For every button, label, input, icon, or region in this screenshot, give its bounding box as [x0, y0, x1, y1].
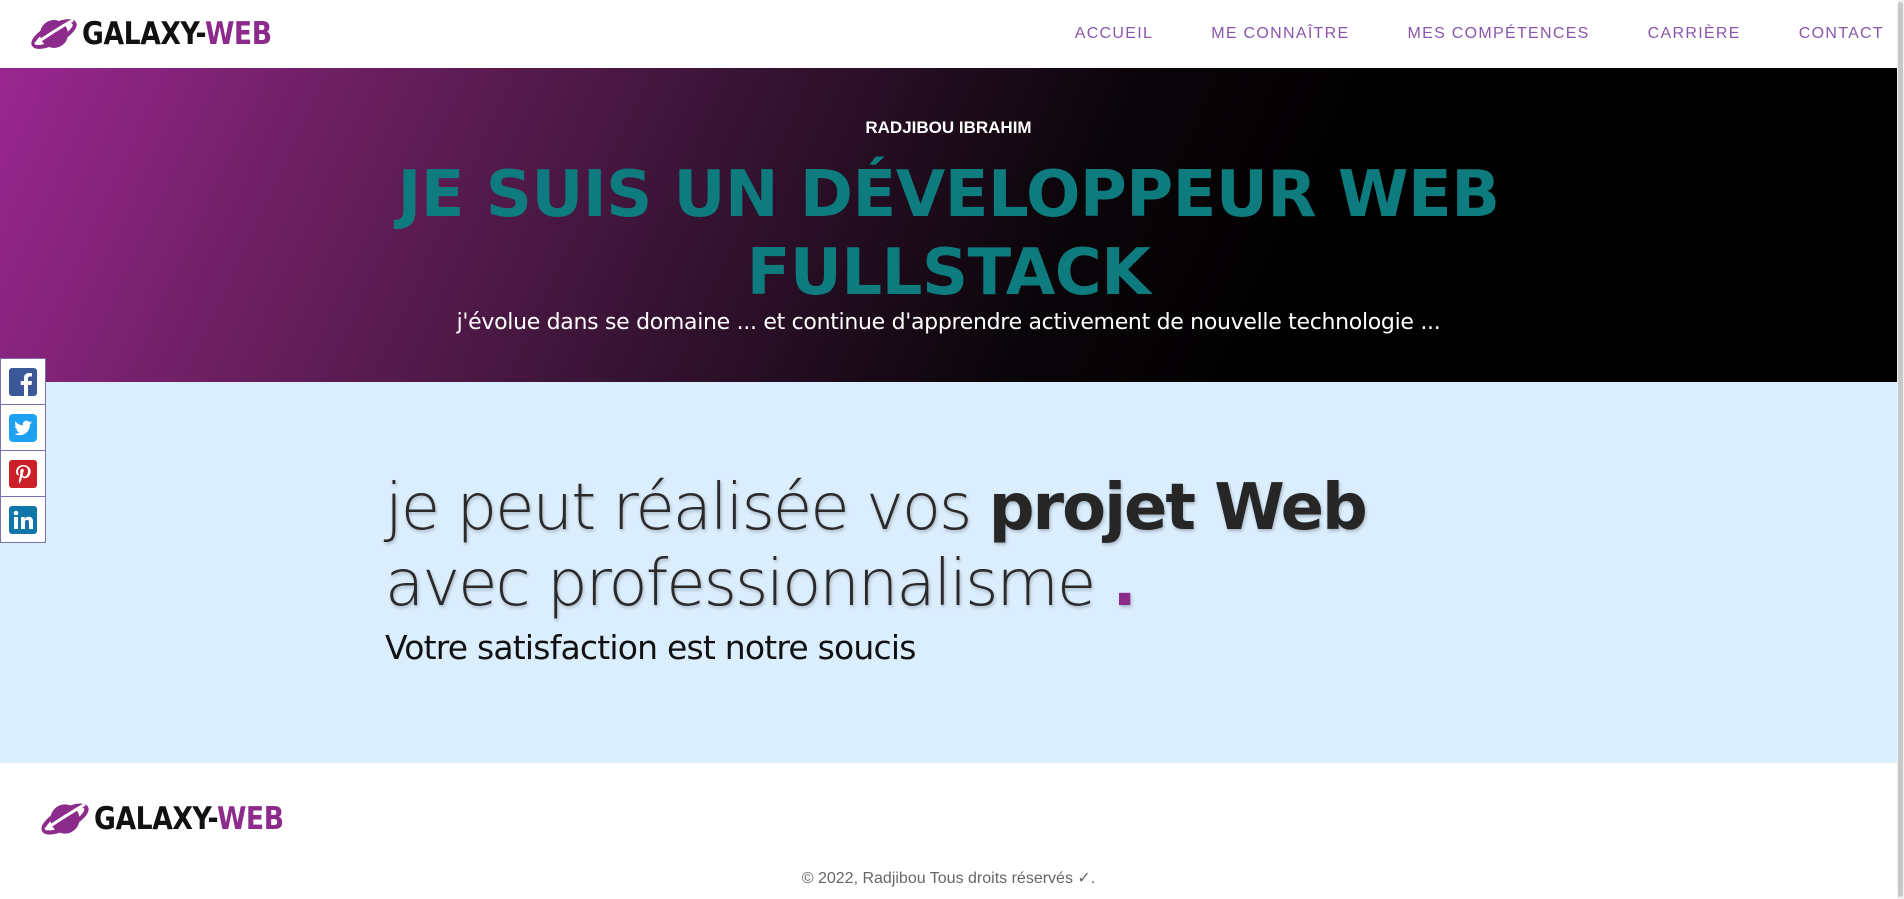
headline-dot: . — [1112, 547, 1137, 621]
hero-name: RADJIBOU IBRAHIM — [865, 118, 1032, 137]
hero-section: RADJIBOU IBRAHIM JE SUIS UN DÉVELOPPEUR … — [0, 68, 1897, 382]
intro-section: je peut réalisée vos projet Web avec pro… — [0, 382, 1897, 763]
nav-link-carriere[interactable]: CARRIÈRE — [1648, 25, 1741, 43]
brand-name-part1: GALAXY- — [82, 15, 205, 52]
copyright-text: © 2022, Radjibou Tous droits réservés ✓. — [801, 870, 1096, 887]
headline-bold: projet Web — [988, 471, 1368, 545]
footer-brand-name: GALAXY-WEB — [94, 800, 284, 837]
top-navbar: GALAXY-WEB ACCUEIL ME CONNAÎTRE MES COMP… — [0, 0, 1904, 68]
footer-brand-name-part2: WEB — [216, 800, 284, 837]
hero-title: JE SUIS UN DÉVELOPPEUR WEB FULLSTACK — [397, 158, 1500, 310]
intro-tagline: Votre satisfaction est notre soucis — [385, 628, 916, 667]
footer-brand-logo[interactable]: GALAXY-WEB — [40, 785, 314, 853]
pinterest-share-button[interactable] — [0, 450, 46, 497]
brand-name: GALAXY-WEB — [82, 15, 272, 52]
nav-link-accueil[interactable]: ACCUEIL — [1075, 25, 1153, 43]
facebook-share-button[interactable] — [0, 358, 46, 405]
linkedin-icon — [9, 505, 37, 534]
brand-name-part2: WEB — [204, 15, 272, 52]
footer-brand-name-part1: GALAXY- — [94, 800, 217, 837]
linkedin-share-button[interactable] — [0, 496, 46, 543]
facebook-icon — [9, 367, 37, 396]
brand-logo[interactable]: GALAXY-WEB — [30, 0, 302, 68]
nav-link-contact[interactable]: CONTACT — [1799, 25, 1884, 43]
pinterest-icon — [9, 459, 37, 488]
intro-headline: je peut réalisée vos projet Web avec pro… — [385, 470, 1485, 622]
headline-start: je peut réalisée vos — [385, 471, 989, 545]
page-scrollbar[interactable] — [1897, 0, 1904, 899]
footer: GALAXY-WEB © 2022, Radjibou Tous droits … — [0, 763, 1897, 899]
planet-logo-icon — [31, 18, 77, 49]
social-sidebar — [0, 358, 46, 543]
hero-subtitle: j'évolue dans se domaine ... et continue… — [456, 310, 1441, 335]
planet-logo-icon — [41, 803, 89, 835]
nav-link-mes-competences[interactable]: MES COMPÉTENCES — [1407, 25, 1589, 43]
twitter-share-button[interactable] — [0, 404, 46, 451]
main-nav: ACCUEIL ME CONNAÎTRE MES COMPÉTENCES CAR… — [1017, 0, 1884, 68]
headline-end: avec professionnalisme — [385, 547, 1113, 621]
twitter-icon — [9, 413, 37, 442]
scrollbar-thumb[interactable] — [1898, 2, 1903, 897]
nav-link-me-connaitre[interactable]: ME CONNAÎTRE — [1211, 25, 1349, 43]
